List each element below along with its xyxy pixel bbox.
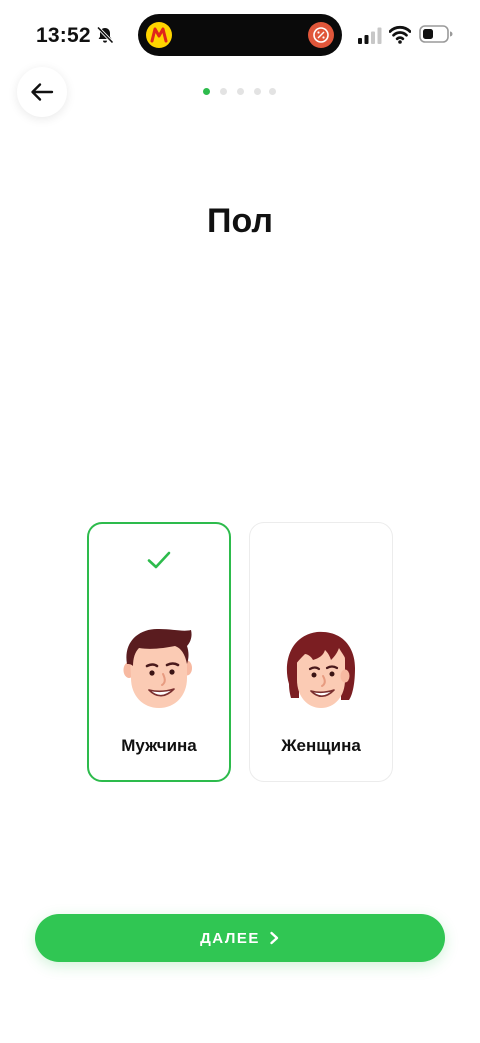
male-avatar-icon [123, 628, 192, 708]
bell-off-icon [96, 26, 114, 44]
dynamic-island [138, 14, 342, 56]
next-button[interactable]: ДАЛЕЕ [35, 914, 445, 962]
cellular-signal-icon [358, 27, 382, 44]
wifi-icon [389, 25, 411, 44]
step-indicator [203, 88, 283, 96]
gender-option-female[interactable]: Женщина [249, 522, 393, 782]
step-dot [220, 88, 227, 95]
next-button-label: ДАЛЕЕ [200, 929, 260, 947]
status-time: 13:52 [36, 24, 91, 47]
step-dot-active [203, 88, 210, 95]
status-bar: 13:52 [0, 0, 480, 70]
arrow-left-icon [31, 83, 54, 101]
back-button[interactable] [17, 67, 67, 117]
gender-option-label: Мужчина [121, 736, 197, 755]
check-icon [147, 551, 171, 569]
page-title: Пол [207, 202, 273, 240]
step-dot [254, 88, 261, 95]
chevron-right-icon [270, 931, 279, 945]
step-dot [269, 88, 276, 95]
gender-option-label: Женщина [281, 736, 361, 755]
step-dot [237, 88, 244, 95]
battery-icon [419, 25, 453, 43]
discount-indicator-icon [308, 22, 334, 48]
app-indicator-icon [146, 22, 172, 48]
female-avatar-icon [286, 631, 355, 708]
gender-option-male[interactable]: Мужчина [87, 522, 231, 782]
